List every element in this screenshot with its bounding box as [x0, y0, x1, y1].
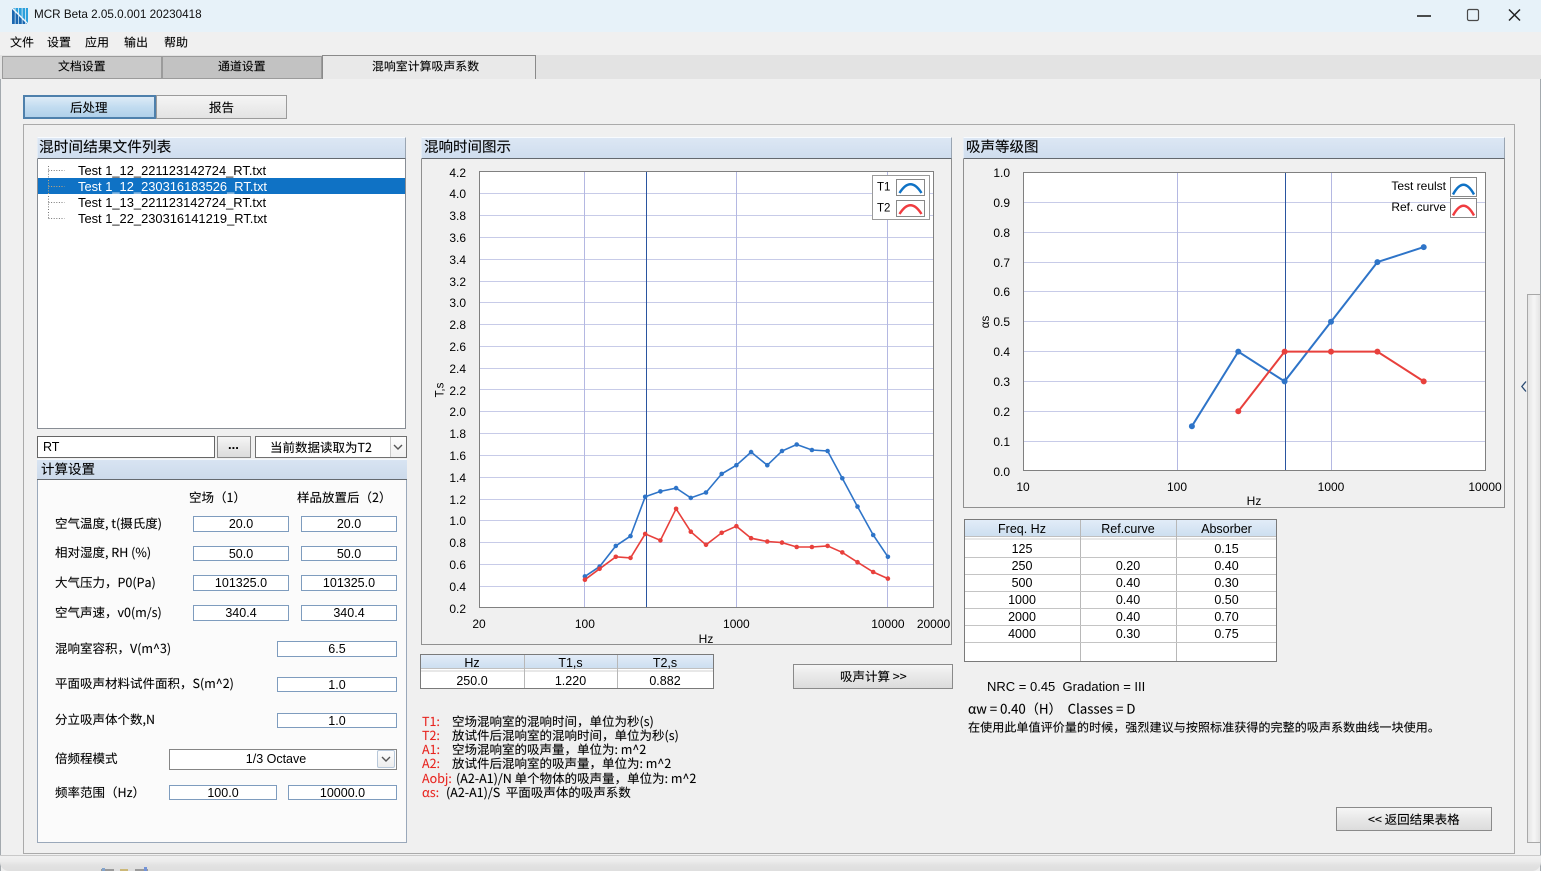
- svg-text:Ref. curve: Ref. curve: [1391, 200, 1446, 214]
- svg-text:T1: T1: [877, 182, 890, 194]
- svg-text:Test reulst: Test reulst: [1391, 179, 1446, 193]
- svg-text:T2: T2: [877, 203, 890, 215]
